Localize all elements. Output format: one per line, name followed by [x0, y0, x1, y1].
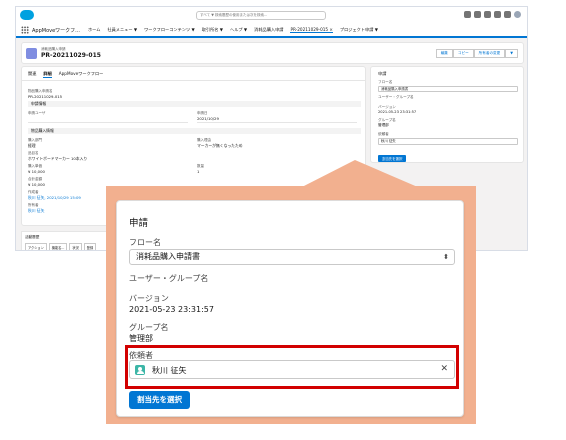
group-name-value: 管理部	[129, 334, 153, 343]
flow-name-value: 消耗品購入申請書	[136, 252, 200, 261]
panel-title: 申請	[129, 218, 149, 229]
requester-lookup-pill[interactable]: 秋川 征矢 ✕	[129, 360, 455, 379]
request-panel: 申請 フロー名 消耗品購入申請書 ⬍ ユーザー・グループ名 バージョン 2021…	[116, 200, 464, 417]
group-name-label: グループ名	[129, 323, 169, 332]
version-value: 2021-05-23 23:31:57	[129, 305, 214, 314]
flow-name-label: フロー名	[129, 238, 161, 247]
user-group-label: ユーザー・グループ名	[129, 274, 209, 283]
assign-button[interactable]: 割当先を選択	[129, 391, 190, 409]
select-arrow-icon: ⬍	[443, 253, 449, 261]
contact-icon	[135, 365, 145, 375]
close-icon[interactable]: ✕	[440, 364, 448, 374]
version-label: バージョン	[129, 294, 169, 303]
requester-value: 秋川 征矢	[152, 366, 187, 375]
flow-name-select[interactable]: 消耗品購入申請書 ⬍	[129, 249, 455, 265]
